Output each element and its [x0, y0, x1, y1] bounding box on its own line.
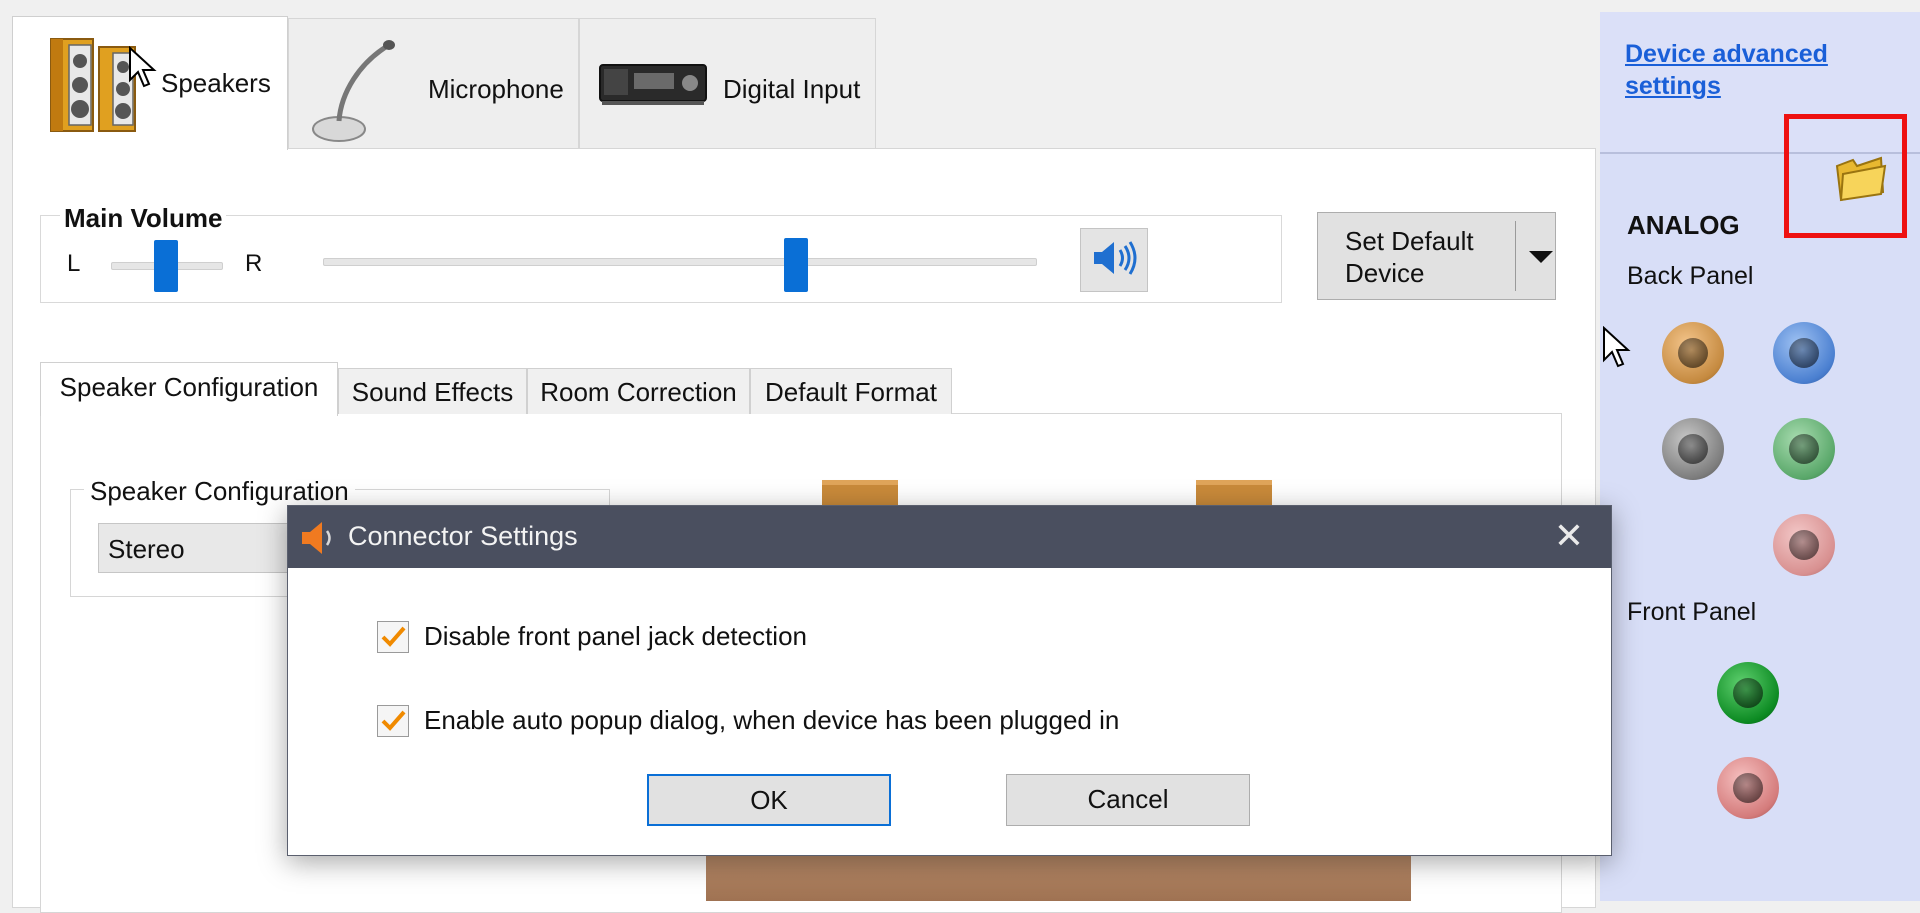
set-default-device-label: Set Default Device: [1345, 226, 1474, 288]
disable-front-jack-checkbox[interactable]: [377, 621, 409, 653]
jack-gray[interactable]: [1662, 418, 1724, 480]
speaker-dialog-icon: [298, 520, 338, 561]
checkmark-icon: [381, 710, 406, 731]
jack-pink[interactable]: [1773, 514, 1835, 576]
analog-title: ANALOG: [1627, 210, 1740, 240]
microphone-icon: [309, 33, 399, 150]
auto-popup-label: Enable auto popup dialog, when device ha…: [424, 705, 1120, 735]
auto-popup-checkbox[interactable]: [377, 705, 409, 737]
jack-blue[interactable]: [1773, 322, 1835, 384]
chevron-down-icon[interactable]: [1529, 251, 1553, 263]
balance-slider-thumb[interactable]: [154, 240, 178, 292]
connector-settings-dialog: Connector Settings ✕ Disable front panel…: [287, 505, 1612, 856]
set-default-device-button[interactable]: Set Default Device: [1317, 212, 1556, 300]
jack-green[interactable]: [1773, 418, 1835, 480]
close-icon[interactable]: ✕: [1547, 514, 1591, 558]
tab-microphone-label: Microphone: [428, 74, 564, 104]
main-volume-title: Main Volume: [60, 203, 227, 234]
tab-digital-input-label: Digital Input: [723, 74, 861, 104]
tab-sound-effects[interactable]: Sound Effects: [338, 368, 527, 414]
balance-right-label: R: [245, 250, 263, 277]
front-jack-pink[interactable]: [1717, 757, 1779, 819]
tab-digital-input[interactable]: Digital Input: [579, 18, 876, 148]
checkmark-icon: [381, 626, 406, 647]
disable-front-jack-label: Disable front panel jack detection: [424, 621, 808, 651]
ok-button[interactable]: OK: [647, 774, 891, 826]
cancel-button[interactable]: Cancel: [1006, 774, 1250, 826]
volume-slider-thumb[interactable]: [784, 238, 808, 292]
mouse-cursor-icon: [128, 45, 158, 95]
speaker-configuration-title: Speaker Configuration: [84, 476, 355, 507]
front-jack-green[interactable]: [1717, 662, 1779, 724]
tab-speaker-configuration[interactable]: Speaker Configuration: [40, 362, 338, 416]
mouse-cursor-icon: [1602, 325, 1632, 375]
dialog-titlebar[interactable]: Connector Settings ✕: [288, 506, 1611, 568]
back-panel-label: Back Panel: [1627, 262, 1754, 290]
digital-input-icon: [598, 59, 708, 114]
dialog-title: Connector Settings: [348, 521, 578, 551]
device-advanced-settings-link[interactable]: Device advanced settings: [1625, 38, 1865, 102]
speaker-volume-icon: [1090, 238, 1138, 283]
split-separator: [1515, 221, 1516, 291]
tab-room-correction[interactable]: Room Correction: [527, 368, 750, 414]
balance-left-label: L: [67, 250, 81, 277]
front-panel-label: Front Panel: [1627, 598, 1757, 626]
tab-speakers-label: Speakers: [161, 68, 271, 98]
folder-highlight-box: [1784, 114, 1907, 238]
jack-orange[interactable]: [1662, 322, 1724, 384]
listening-floor-image: [706, 856, 1411, 901]
tab-microphone[interactable]: Microphone: [288, 18, 579, 148]
volume-slider-track[interactable]: [323, 258, 1037, 266]
tab-default-format[interactable]: Default Format: [750, 368, 952, 414]
mute-button[interactable]: [1080, 228, 1148, 292]
